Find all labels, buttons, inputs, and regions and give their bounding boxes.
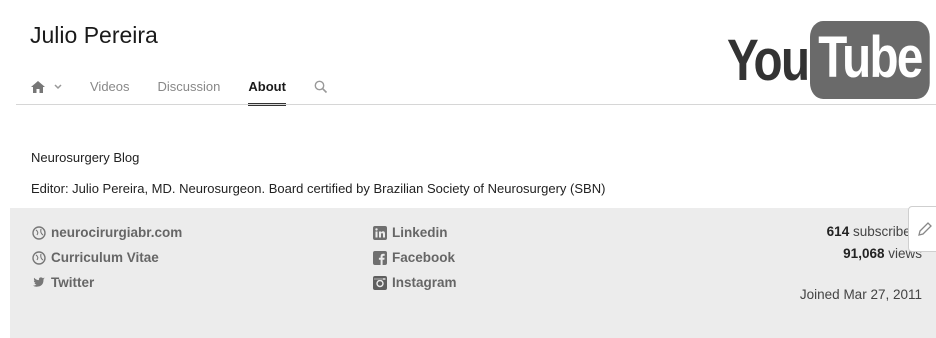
edit-links-button[interactable]: [908, 206, 936, 252]
instagram-icon: [373, 275, 387, 290]
search-icon[interactable]: [314, 80, 328, 94]
twitter-icon: [32, 276, 46, 290]
tab-videos[interactable]: Videos: [90, 72, 130, 102]
tab-discussion[interactable]: Discussion: [158, 72, 221, 102]
views-number: 91,068: [843, 246, 885, 261]
channel-name: Julio Pereira: [30, 22, 158, 48]
youtube-logo[interactable]: You Tube: [727, 20, 936, 100]
tab-home[interactable]: [30, 80, 62, 94]
link-instagram[interactable]: Instagram: [373, 275, 457, 290]
joined-date: Joined Mar 27, 2011: [799, 287, 922, 302]
globe-icon: [32, 225, 46, 240]
about-description: Editor: Julio Pereira, MD. Neurosurgeon.…: [31, 181, 606, 196]
pencil-icon: [918, 222, 932, 236]
link-twitter[interactable]: Twitter: [32, 275, 94, 290]
link-facebook-label: Facebook: [392, 250, 456, 265]
linkedin-icon: [373, 225, 387, 240]
link-linkedin-label: Linkedin: [392, 225, 448, 240]
about-title: Neurosurgery Blog: [31, 150, 140, 165]
globe-icon: [32, 250, 46, 265]
home-icon: [31, 81, 45, 93]
link-website-label: neurocirurgiabr.com: [51, 225, 183, 240]
facebook-icon: [373, 250, 387, 265]
link-twitter-label: Twitter: [51, 275, 95, 290]
logo-text-you: You: [727, 27, 810, 93]
link-facebook[interactable]: Facebook: [373, 250, 455, 265]
logo-text-tube: Tube: [810, 21, 931, 99]
tab-about[interactable]: About: [248, 72, 286, 106]
channel-links-panel: neurocirurgiabr.com Curriculum Vitae Twi…: [10, 208, 936, 338]
chevron-down-icon[interactable]: [54, 84, 62, 90]
subscribers-number: 614: [826, 224, 850, 239]
link-cv[interactable]: Curriculum Vitae: [32, 250, 159, 265]
link-instagram-label: Instagram: [392, 275, 457, 290]
link-linkedin[interactable]: Linkedin: [373, 225, 448, 240]
link-website[interactable]: neurocirurgiabr.com: [32, 225, 182, 240]
channel-tabs: Videos Discussion About: [30, 72, 328, 106]
tabs-divider: [16, 104, 936, 105]
link-cv-label: Curriculum Vitae: [51, 250, 159, 265]
